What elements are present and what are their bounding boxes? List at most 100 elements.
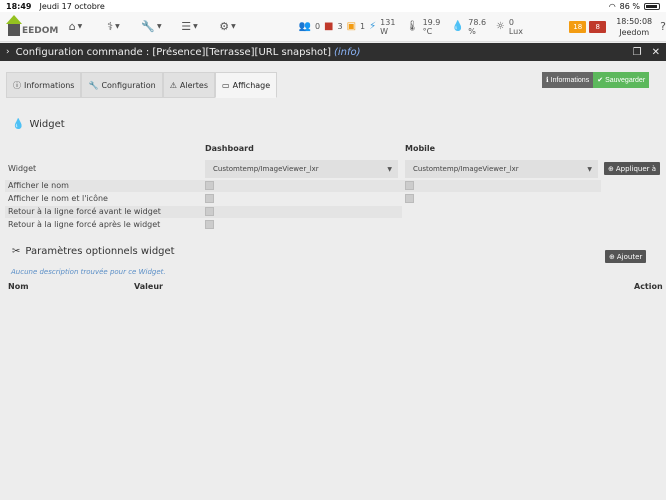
apply-to-button[interactable]: ⊕ Appliquer à	[604, 162, 661, 175]
menu-plugins[interactable]: ☰ ▼	[171, 20, 209, 33]
save-button[interactable]: ✔ Sauvegarder	[593, 72, 650, 88]
lock-icon: ▣	[346, 21, 357, 32]
mobile-show-name-icon-checkbox[interactable]	[405, 194, 414, 203]
thermometer-icon: 🌡	[405, 21, 419, 32]
show-name-label: Afficher le nom	[8, 181, 69, 190]
menu-home[interactable]: ⌂ ▼	[57, 20, 95, 33]
tab-label: Alertes	[179, 80, 209, 90]
tools-icon: ✂	[12, 246, 21, 257]
help-icon[interactable]: ?	[660, 20, 666, 33]
ios-status-bar: 18:49 Jeudi 17 octobre ◠ 86 %	[0, 0, 666, 12]
mobile-column-header: Mobile	[405, 144, 436, 153]
widget-section-title: 💧 Widget	[12, 119, 65, 130]
alarm-icon: ■	[324, 21, 334, 32]
lux-value: 0 Lux	[508, 17, 523, 36]
col-value-header: Valeur	[134, 282, 163, 291]
params-title-label: Paramètres optionnels widget	[25, 246, 175, 257]
chevron-down-icon: ▼	[193, 23, 198, 30]
wrench-icon: 🔧	[141, 20, 156, 33]
status-date: Jeudi 17 octobre	[39, 1, 105, 11]
params-section-title: ✂ Paramètres optionnels widget	[12, 246, 175, 257]
add-param-button-label: Ajouter	[616, 252, 643, 261]
temperature-value: 19.9 °C	[422, 17, 441, 36]
col-action-header: Action	[634, 282, 663, 291]
monitor-icon: ▭	[222, 80, 230, 90]
summary-widgets: 👥 0 ■ 3 ▣ 1 ⚡ 131 W 🌡 19.9 °C 💧 78.6 % ☼ 0 Lux	[299, 18, 528, 36]
tab-label: Affichage	[232, 80, 271, 90]
modal-titlebar: › Configuration commande : [Présence][Te…	[0, 43, 666, 61]
wrench-icon: 🔧	[88, 80, 99, 90]
informations-button-label: Informations	[550, 76, 590, 84]
navbar: EEDOM ⌂ ▼ ⚕ ▼ 🔧 ▼ ☰ ▼ ⚙ ▼ 👥 0 ■ 3 ▣ 1 ⚡ 131 W 🌡 19…	[0, 12, 666, 42]
chevron-right-icon: ›	[6, 47, 10, 57]
menu-settings[interactable]: ⚙ ▼	[209, 20, 247, 33]
mobile-show-name-checkbox[interactable]	[405, 181, 414, 190]
chevron-down-icon: ▼	[157, 23, 162, 30]
modal-title: Configuration commande : [Présence][Terr…	[15, 46, 331, 58]
mobile-widget-select[interactable]: Customtemp/ImageViewer_lxr ▼	[405, 160, 598, 178]
row-bg-show-name	[5, 180, 601, 192]
tab-alertes[interactable]: ⚠ Alertes	[162, 72, 216, 98]
apply-to-button-label: Appliquer à	[615, 164, 657, 173]
menu-analysis[interactable]: ⚕ ▼	[95, 20, 133, 33]
power-value: 131 W	[380, 17, 396, 36]
battery-icon	[644, 2, 660, 10]
close-icon[interactable]: ✕	[652, 47, 660, 58]
header-buttons: ℹ Informations ✔ Sauvegarder	[542, 72, 650, 88]
dashboard-show-name-icon-checkbox[interactable]	[205, 194, 214, 203]
alarm-count: 3	[337, 22, 343, 31]
clock-label: Jeedom	[619, 27, 650, 37]
logo-block	[8, 23, 20, 36]
update-badge[interactable]: 18	[569, 20, 587, 33]
wifi-icon: ◠	[608, 1, 616, 11]
tab-bar: ⓘ Informations 🔧 Configuration ⚠ Alertes…	[6, 72, 278, 98]
warning-icon: ⚠	[169, 80, 177, 90]
info-circle-icon: ⓘ	[13, 80, 21, 90]
break-before-checkbox[interactable]	[205, 207, 214, 216]
save-button-label: Sauvegarder	[605, 76, 646, 84]
tab-affichage[interactable]: ▭ Affichage	[215, 72, 278, 98]
break-after-label: Retour à la ligne forcé après le widget	[8, 220, 161, 229]
modal-title-type: (info)	[334, 46, 361, 58]
no-description-text: Aucune description trouvée pour ce Widge…	[11, 268, 166, 276]
break-before-label: Retour à la ligne forcé avant le widget	[8, 207, 161, 216]
power-icon: ⚡	[369, 21, 377, 32]
restore-window-icon[interactable]: ❐	[633, 47, 642, 58]
chevron-down-icon: ▼	[115, 23, 120, 30]
sun-icon: ☼	[495, 21, 505, 32]
chevron-down-icon: ▼	[387, 165, 392, 173]
info-icon: ℹ	[546, 77, 549, 84]
message-badge[interactable]: 8	[589, 20, 607, 33]
presence-count: 0	[314, 22, 321, 31]
break-after-checkbox[interactable]	[205, 220, 214, 229]
plus-circle-icon: ⊕	[609, 252, 615, 261]
widget-row-label: Widget	[8, 164, 37, 173]
tab-configuration[interactable]: 🔧 Configuration	[81, 72, 163, 98]
home-icon: ⌂	[68, 20, 76, 33]
humidity-value: 78.6 %	[468, 17, 487, 36]
informations-button[interactable]: ℹ Informations	[542, 72, 594, 88]
menu-tools[interactable]: 🔧 ▼	[133, 20, 171, 33]
show-name-icon-label: Afficher le nom et l'icône	[8, 194, 108, 203]
lock-count: 1	[360, 22, 366, 31]
stethoscope-icon: ⚕	[107, 20, 114, 33]
people-icon: 👥	[298, 21, 311, 32]
message-badges: 18 8	[569, 20, 607, 33]
tab-label: Configuration	[101, 80, 156, 90]
dashboard-widget-value: Customtemp/ImageViewer_lxr	[213, 165, 319, 173]
tab-label: Informations	[24, 80, 75, 90]
tab-informations[interactable]: ⓘ Informations	[6, 72, 82, 98]
jeedom-logo[interactable]: EEDOM	[4, 12, 58, 42]
dashboard-show-name-checkbox[interactable]	[205, 181, 214, 190]
list-icon: ☰	[181, 20, 192, 33]
drop-icon: 💧	[12, 119, 25, 130]
dashboard-widget-select[interactable]: Customtemp/ImageViewer_lxr ▼	[205, 160, 398, 178]
gear-icon: ⚙	[219, 20, 230, 33]
add-param-button[interactable]: ⊕ Ajouter	[605, 250, 647, 263]
clock: 18:50:08 Jeedom	[616, 16, 652, 38]
col-name-header: Nom	[8, 282, 29, 291]
status-time: 18:49	[6, 1, 32, 11]
widget-title-label: Widget	[29, 119, 65, 130]
logo-house-icon	[6, 14, 22, 24]
humidity-icon: 💧	[451, 21, 465, 32]
